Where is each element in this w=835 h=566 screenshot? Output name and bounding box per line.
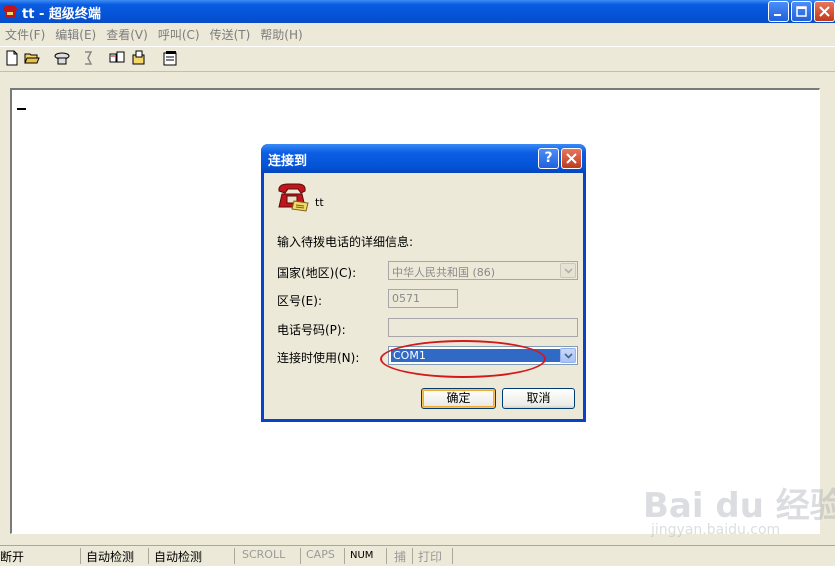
chevron-down-icon: [564, 268, 573, 274]
minimize-icon: [774, 14, 781, 16]
open-icon[interactable]: [24, 50, 40, 66]
close-icon: [566, 153, 577, 164]
watermark-sub: jingyan.baidu.com: [651, 522, 781, 538]
receive-icon[interactable]: [131, 50, 147, 66]
connection-name: tt: [315, 196, 324, 209]
country-select[interactable]: 中华人民共和国 (86): [388, 261, 578, 280]
area-code-input[interactable]: 0571: [388, 289, 458, 308]
status-caps: CAPS: [306, 548, 335, 561]
maximize-icon: [796, 6, 807, 17]
connect-to-dialog: 连接到 ? tt 输入待拨电话的详细信息: 国家(地区)(C): 中华人民共和国…: [261, 144, 586, 422]
country-value: 中华人民共和国 (86): [392, 266, 496, 279]
annotation-ellipse: [380, 340, 546, 378]
status-print: 打印: [418, 550, 443, 564]
help-button[interactable]: ?: [538, 148, 559, 169]
menu-file[interactable]: 文件(F): [0, 24, 50, 44]
dialog-prompt: 输入待拨电话的详细信息:: [277, 235, 414, 249]
menu-call[interactable]: 呼叫(C): [153, 24, 205, 44]
connect-using-label: 连接时使用(N):: [277, 351, 360, 365]
phone-app-icon: [3, 5, 17, 17]
status-num: NUM: [350, 550, 374, 561]
cancel-button[interactable]: 取消: [502, 388, 575, 409]
toolbar: [0, 46, 835, 72]
disconnect-icon[interactable]: [80, 50, 96, 66]
menu-help[interactable]: 帮助(H): [255, 24, 307, 44]
status-detect-1: 自动检测: [86, 550, 135, 564]
country-label: 国家(地区)(C):: [277, 266, 357, 280]
text-cursor: [17, 108, 26, 110]
help-icon: ?: [544, 150, 553, 166]
right-panel-edge: [822, 88, 835, 534]
area-code-value: 0571: [392, 292, 420, 305]
send-icon[interactable]: [109, 50, 125, 66]
chevron-down-icon: [564, 353, 573, 359]
window-title-bar[interactable]: tt - 超级终端: [0, 0, 835, 23]
phone-icon: [278, 183, 309, 212]
menu-bar: 文件(F) 编辑(E) 查看(V) 呼叫(C) 传送(T) 帮助(H): [0, 24, 835, 44]
status-connection: 断开: [0, 550, 25, 564]
status-bar: 断开 自动检测 自动检测 SCROLL CAPS NUM 捕 打印: [0, 545, 835, 566]
dialog-close-button[interactable]: [561, 148, 582, 169]
properties-icon[interactable]: [162, 50, 178, 66]
area-code-label: 区号(E):: [277, 294, 322, 308]
maximize-button[interactable]: [791, 1, 812, 22]
status-detect-2: 自动检测: [154, 550, 203, 564]
dialog-title-bar[interactable]: 连接到 ?: [261, 144, 586, 173]
menu-view[interactable]: 查看(V): [101, 24, 153, 44]
call-icon[interactable]: [54, 50, 70, 66]
menu-transfer[interactable]: 传送(T): [205, 24, 256, 44]
window-title: tt - 超级终端: [22, 7, 101, 22]
new-icon[interactable]: [4, 50, 20, 66]
close-button[interactable]: [814, 1, 835, 22]
watermark-main: Bai du 经验: [643, 486, 835, 526]
country-dropdown-button[interactable]: [560, 263, 576, 278]
connect-using-dropdown-button[interactable]: [560, 348, 576, 363]
menu-edit[interactable]: 编辑(E): [50, 24, 101, 44]
status-scroll: SCROLL: [242, 548, 286, 561]
minimize-button[interactable]: [768, 1, 789, 22]
status-capture: 捕: [394, 550, 407, 564]
phone-number-input[interactable]: [388, 318, 578, 337]
dialog-title: 连接到: [268, 154, 308, 169]
close-icon: [819, 6, 830, 17]
ok-button[interactable]: 确定: [421, 388, 496, 409]
phone-number-label: 电话号码(P):: [277, 323, 346, 337]
baidu-watermark: Bai du 经验 jingyan.baidu.com: [643, 478, 835, 548]
